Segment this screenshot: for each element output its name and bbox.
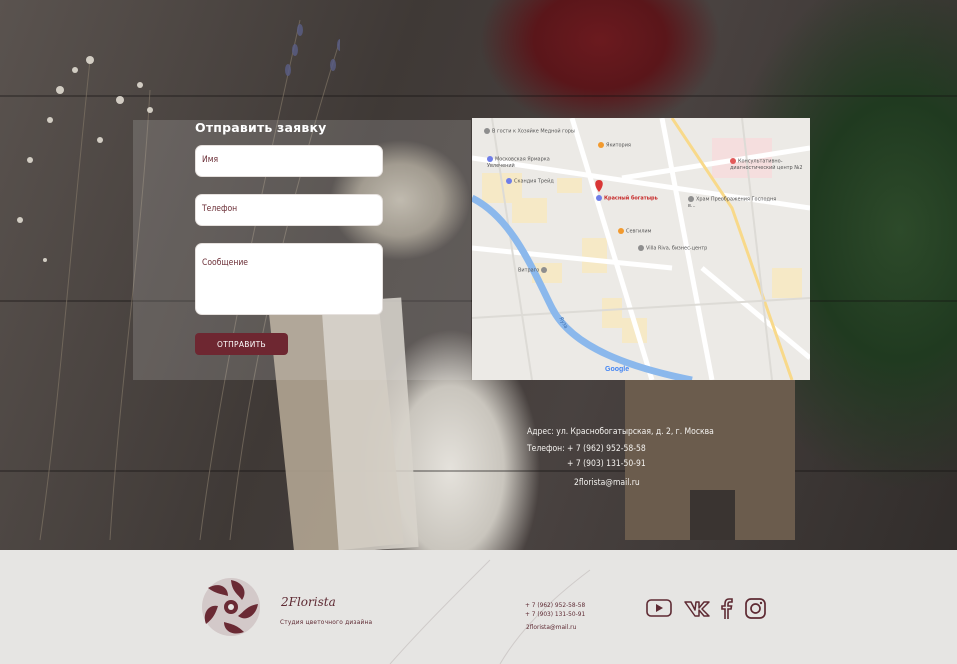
youtube-icon[interactable] <box>646 598 672 618</box>
map-poi-hozyayka[interactable]: В гости к Хозяйке Медной горы <box>484 128 575 135</box>
contact-phone-2[interactable]: + 7 (903) 131-50-91 <box>567 459 646 469</box>
footer-fern-pattern <box>389 559 591 664</box>
message-placeholder: Сообщение <box>202 258 248 268</box>
map-poi-yarmarka[interactable]: Московская Ярмарка Увлечений <box>487 156 557 169</box>
brand-logo[interactable] <box>198 576 264 638</box>
brand-name: 2Florista <box>281 595 336 609</box>
map-poi-sevgilim[interactable]: Севгилим <box>618 228 651 235</box>
contact-phone-1[interactable]: + 7 (962) 952-58-58 <box>567 444 646 454</box>
google-logo: Google <box>605 366 630 373</box>
contact-address: Адрес: ул. Краснобогатырская, д. 2, г. М… <box>527 427 714 437</box>
phone-placeholder: Телефон <box>202 204 238 214</box>
name-placeholder: Имя <box>202 155 219 165</box>
instagram-icon[interactable] <box>745 598 766 619</box>
footer-email[interactable]: 2florista@mail.ru <box>526 623 576 631</box>
map-poi-villa-riva[interactable]: Villa Riva, бизнес-центр <box>638 245 707 252</box>
map-poi-krasny-bogatyr[interactable]: Красный богатырь <box>596 195 658 202</box>
phone-field[interactable]: Телефон <box>195 194 383 226</box>
contact-email[interactable]: 2florista@mail.ru <box>574 478 640 488</box>
map-poi-vitrago[interactable]: Витраго <box>518 267 549 274</box>
footer <box>0 550 957 664</box>
map-poi-hram[interactable]: Храм Преображения Господня в... <box>688 196 778 209</box>
vk-icon[interactable] <box>684 598 710 618</box>
facebook-icon[interactable] <box>718 598 734 620</box>
submit-button[interactable]: ОТПРАВИТЬ <box>195 333 288 355</box>
location-map[interactable]: В гости к Хозяйке Медной горы Якитория М… <box>472 118 810 380</box>
map-poi-yakitoria[interactable]: Якитория <box>598 142 631 149</box>
map-poi-diagnostic-center[interactable]: Консультативно-диагностический центр №2 <box>730 158 810 171</box>
contact-phone-label: Телефон: <box>527 444 565 454</box>
name-field[interactable]: Имя <box>195 145 383 177</box>
brand-tagline: Студия цветочного дизайна <box>280 618 373 626</box>
message-field[interactable]: Сообщение <box>195 243 383 315</box>
footer-phone-1[interactable]: + 7 (962) 952-58-58 <box>525 601 585 609</box>
footer-phone-2[interactable]: + 7 (903) 131-50-91 <box>525 610 585 618</box>
map-poi-skandia[interactable]: Скандия Трейд <box>506 178 554 185</box>
form-title: Отправить заявку <box>195 120 327 135</box>
wooden-house-door <box>690 490 735 540</box>
